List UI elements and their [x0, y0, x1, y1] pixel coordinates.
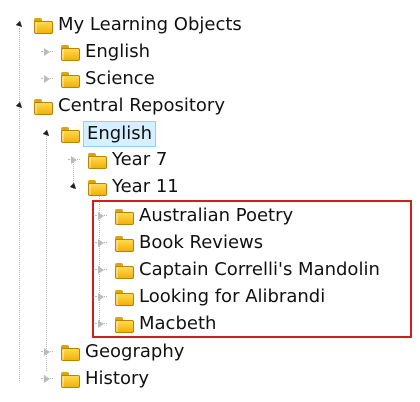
expand-toggle-icon[interactable] [39, 126, 55, 142]
tree-item-my-learning-objects[interactable]: My Learning Objects [12, 11, 242, 38]
folder-icon [86, 151, 108, 169]
tree-item-label: English [85, 40, 150, 62]
tree-item-label: History [85, 367, 150, 389]
tree-guide-line [46, 136, 48, 371]
folder-tree: My Learning Objects English Science Cent… [0, 0, 420, 402]
folder-icon [59, 43, 81, 61]
expand-toggle-icon[interactable] [12, 98, 28, 114]
tree-item-history[interactable]: History [39, 365, 149, 392]
folder-icon [32, 16, 54, 34]
collapse-toggle-icon[interactable] [39, 344, 55, 360]
tree-item-label: Year 7 [112, 148, 168, 170]
collapse-toggle-icon[interactable] [39, 371, 55, 387]
collapse-toggle-icon[interactable] [39, 71, 55, 87]
tree-item-english-repository[interactable]: English [39, 120, 156, 147]
folder-icon [59, 70, 81, 88]
collapse-toggle-icon[interactable] [39, 44, 55, 60]
tree-item-label: Central Repository [58, 94, 225, 116]
tree-item-label: Year 11 [112, 175, 179, 197]
expand-toggle-icon[interactable] [12, 17, 28, 33]
collapse-toggle-icon[interactable] [66, 152, 82, 168]
tree-guide-line [19, 106, 21, 381]
tree-item-label: Science [85, 67, 155, 89]
folder-icon [59, 125, 81, 143]
folder-icon [59, 370, 81, 388]
tree-item-english-personal[interactable]: English [39, 38, 150, 65]
tree-item-label: Geography [85, 340, 185, 362]
tree-item-label: My Learning Objects [58, 13, 242, 35]
tree-item-year-7[interactable]: Year 7 [66, 146, 167, 173]
tree-item-geography[interactable]: Geography [39, 338, 184, 365]
tree-item-year-11[interactable]: Year 11 [66, 173, 179, 200]
tree-item-label: English [83, 120, 156, 147]
highlight-box [92, 200, 412, 338]
tree-item-central-repository[interactable]: Central Repository [12, 92, 225, 119]
folder-icon [86, 178, 108, 196]
tree-item-science[interactable]: Science [39, 65, 155, 92]
folder-icon [59, 343, 81, 361]
expand-toggle-icon[interactable] [66, 179, 82, 195]
folder-icon [32, 97, 54, 115]
